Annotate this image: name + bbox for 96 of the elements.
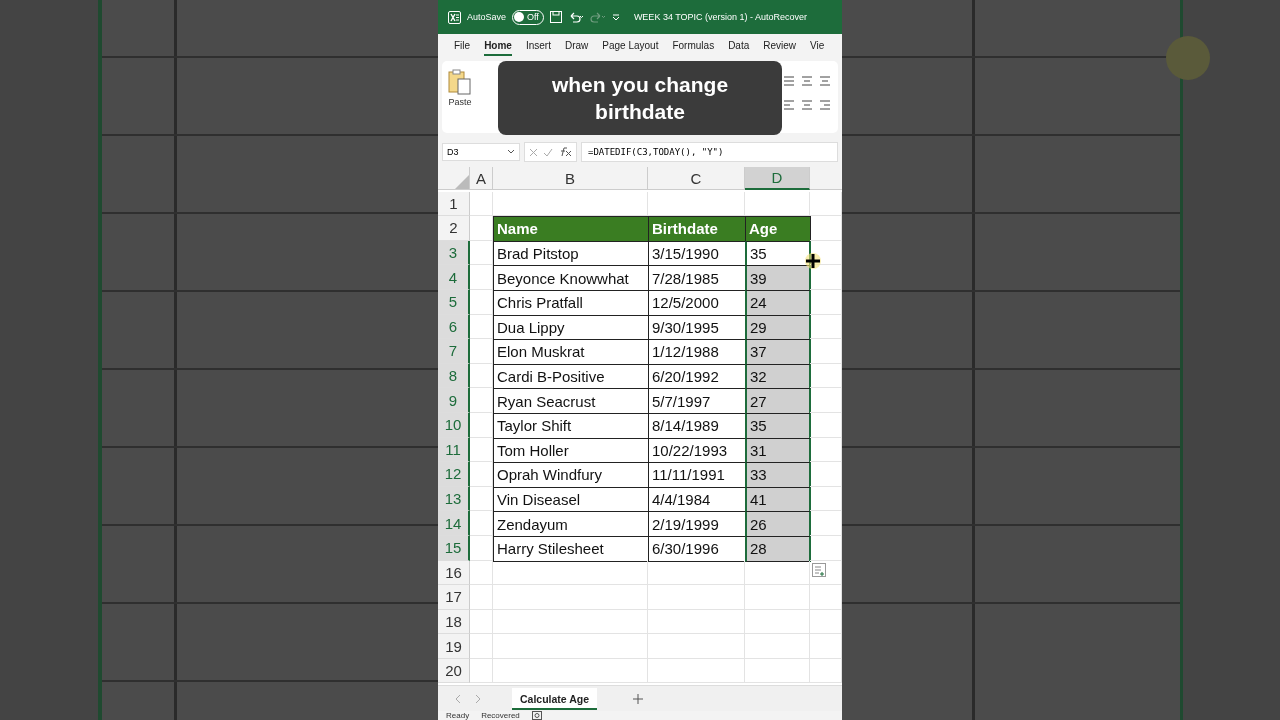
redo-icon[interactable] xyxy=(589,11,606,23)
empty-cell[interactable] xyxy=(493,560,648,586)
row-header[interactable]: 4 xyxy=(438,265,470,290)
column-header[interactable] xyxy=(810,167,842,190)
empty-cell[interactable] xyxy=(470,585,493,610)
customize-caret-icon[interactable] xyxy=(611,13,620,21)
row-header[interactable]: 9 xyxy=(438,388,470,413)
empty-cell[interactable] xyxy=(810,560,842,586)
row-header[interactable]: 12 xyxy=(438,462,470,487)
table-cell: 31 xyxy=(745,437,811,464)
row-header[interactable]: 5 xyxy=(438,289,470,315)
column-title: Age xyxy=(745,216,811,242)
name-box[interactable]: D3 xyxy=(442,143,520,161)
empty-cell[interactable] xyxy=(470,560,493,586)
autosave-label: AutoSave xyxy=(467,12,507,22)
alignment-icons[interactable] xyxy=(782,73,832,113)
empty-cell[interactable] xyxy=(470,609,493,635)
row-header[interactable]: 19 xyxy=(438,634,470,659)
table-cell: 33 xyxy=(745,462,811,488)
table-cell: 24 xyxy=(745,289,811,316)
previous-sheet-icon[interactable] xyxy=(454,693,462,704)
add-sheet-icon[interactable] xyxy=(633,693,644,704)
accessibility-icon[interactable] xyxy=(531,711,542,720)
ribbon-tab[interactable]: Draw xyxy=(564,37,589,56)
ribbon-tab[interactable]: Data xyxy=(728,37,750,56)
row-header[interactable]: 3 xyxy=(438,240,470,266)
next-sheet-icon[interactable] xyxy=(474,693,482,704)
empty-cell[interactable] xyxy=(745,585,810,610)
column-header[interactable]: C xyxy=(648,167,745,190)
table-cell: 29 xyxy=(745,314,811,341)
sheet-tab[interactable]: Calculate Age xyxy=(512,687,598,710)
table-cell: 41 xyxy=(745,486,811,513)
column-title: Name xyxy=(493,216,649,242)
ribbon-tab[interactable]: Page Layout xyxy=(602,37,659,56)
table-cell: 35 xyxy=(745,412,811,439)
status-text: Recovered xyxy=(481,711,520,720)
empty-cell[interactable] xyxy=(493,585,648,610)
empty-cell[interactable] xyxy=(745,634,810,659)
clipboard-icon[interactable] xyxy=(448,69,472,95)
cursor-icon xyxy=(804,252,822,270)
empty-cell[interactable] xyxy=(470,658,493,684)
ribbon-tab[interactable]: Review xyxy=(763,37,797,56)
row-header[interactable]: 17 xyxy=(438,585,470,610)
empty-cell[interactable] xyxy=(745,609,810,635)
spreadsheet-icon xyxy=(448,10,461,24)
row-header[interactable]: 11 xyxy=(438,437,470,463)
row-header[interactable]: 2 xyxy=(438,216,470,241)
table-cell: 35 xyxy=(745,240,811,267)
row-header[interactable]: 16 xyxy=(438,560,470,586)
row-header[interactable]: 1 xyxy=(438,191,470,217)
paste-button[interactable]: Paste xyxy=(448,97,472,107)
empty-cell[interactable] xyxy=(493,634,648,659)
empty-cell[interactable] xyxy=(745,658,810,684)
status-text: Ready xyxy=(446,711,470,720)
empty-cell[interactable] xyxy=(470,634,493,659)
video-caption: when you change birthdate xyxy=(498,61,782,135)
row-header[interactable]: 15 xyxy=(438,535,470,561)
ribbon-tab[interactable]: File xyxy=(454,37,471,56)
ribbon-tab[interactable]: Insert xyxy=(525,37,551,56)
formula-field[interactable]: =DATEDIF(C3,TODAY(), "Y") xyxy=(581,142,838,162)
empty-cell[interactable] xyxy=(493,658,648,684)
save-icon[interactable] xyxy=(549,11,562,23)
table-cell: 28 xyxy=(745,535,811,562)
row-header[interactable]: 10 xyxy=(438,412,470,438)
column-title: Birthdate xyxy=(648,216,746,242)
column-header[interactable]: B xyxy=(493,167,648,190)
table-cell: Harry Stilesheet xyxy=(493,535,649,562)
empty-cell[interactable] xyxy=(648,609,745,635)
row-header[interactable]: 18 xyxy=(438,609,470,635)
row-header[interactable]: 14 xyxy=(438,511,470,536)
row-header[interactable]: 8 xyxy=(438,363,470,389)
quick-analysis-icon[interactable] xyxy=(812,562,826,577)
corner-triangle-icon xyxy=(455,175,469,189)
empty-cell[interactable] xyxy=(648,634,745,659)
table-cell: 27 xyxy=(745,388,811,414)
formula-buttons[interactable] xyxy=(524,142,577,162)
table-cell: 39 xyxy=(745,265,811,291)
column-header[interactable]: A xyxy=(470,167,493,190)
empty-cell[interactable] xyxy=(648,585,745,610)
row-header[interactable]: 20 xyxy=(438,658,470,684)
ribbon-tab[interactable]: Home xyxy=(484,37,512,56)
table-cell: 26 xyxy=(745,511,811,537)
table-cell: 37 xyxy=(745,339,811,365)
empty-cell[interactable] xyxy=(648,560,745,586)
table-cell: 32 xyxy=(745,363,811,390)
ribbon-tab[interactable]: Vie xyxy=(810,37,825,56)
empty-cell[interactable] xyxy=(745,560,810,586)
select-all-button[interactable] xyxy=(438,167,470,190)
window-title: WEEK 34 TOPIC (version 1) - AutoRecover xyxy=(633,12,808,22)
row-header[interactable]: 6 xyxy=(438,314,470,340)
column-header[interactable]: D xyxy=(745,167,810,190)
empty-cell[interactable] xyxy=(648,658,745,684)
empty-cell[interactable] xyxy=(493,609,648,635)
ribbon-tab[interactable]: Formulas xyxy=(672,37,715,56)
row-header[interactable]: 13 xyxy=(438,486,470,512)
row-header[interactable]: 7 xyxy=(438,339,470,364)
